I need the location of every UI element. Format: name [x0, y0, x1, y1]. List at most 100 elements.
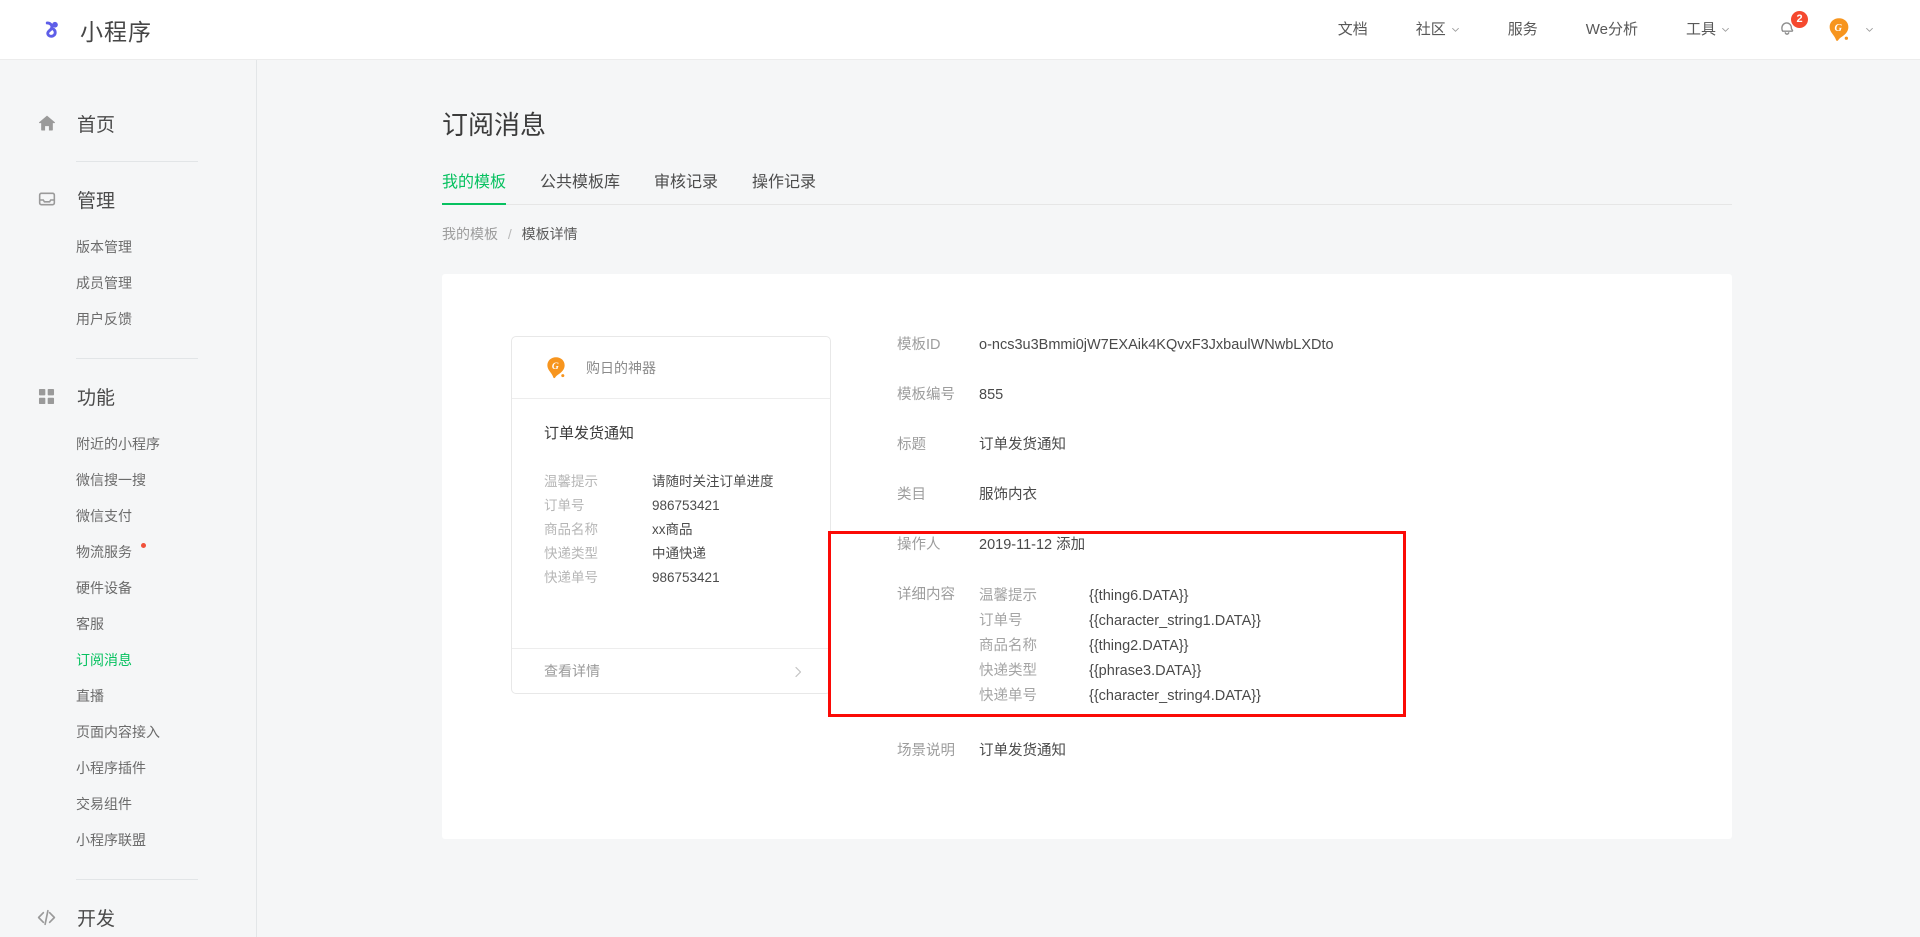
sidebar-item-label: 微信支付: [76, 508, 132, 524]
sidebar-item-member-management[interactable]: 成员管理: [0, 265, 256, 301]
topnav-item-community[interactable]: 社区: [1392, 0, 1484, 60]
detail-content-value: {{thing2.DATA}}: [1089, 638, 1189, 654]
top-navigation: 文档 社区 服务 We分析 工具 2 G: [1314, 0, 1892, 60]
sidebar-group-development[interactable]: 开发: [0, 900, 256, 934]
field-label: 操作人: [897, 537, 941, 553]
topnav-label: 文档: [1337, 20, 1368, 38]
tab-review-records[interactable]: 审核记录: [654, 168, 718, 205]
field-label: 类目: [897, 487, 926, 503]
breadcrumb-separator: /: [507, 226, 512, 242]
sidebar-item-nearby-miniprograms[interactable]: 附近的小程序: [0, 426, 256, 462]
field-label: 详细内容: [897, 587, 955, 603]
preview-body: 订单发货通知 温馨提示 请随时关注订单进度 订单号 986753421 商品名称…: [512, 399, 830, 588]
preview-row-value: 986753421: [652, 570, 720, 585]
preview-row-key: 订单号: [544, 498, 585, 513]
topnav-item-service[interactable]: 服务: [1484, 0, 1562, 60]
field-template-id: 模板ID o-ncs3u3Bmmi0jW7EXAik4KQvxF3JxbaulW…: [897, 334, 1677, 356]
tab-my-templates[interactable]: 我的模板: [442, 168, 507, 205]
sidebar-item-label: 小程序联盟: [76, 832, 146, 848]
template-fields: 模板ID o-ncs3u3Bmmi0jW7EXAik4KQvxF3JxbaulW…: [897, 334, 1677, 790]
sidebar-item-wechat-pay[interactable]: 微信支付: [0, 498, 256, 534]
sidebar-item-label: 客服: [76, 616, 104, 632]
sidebar-item-hardware-devices[interactable]: 硬件设备: [0, 570, 256, 606]
brand-title: 小程序: [80, 18, 152, 45]
brand[interactable]: 小程序: [36, 13, 152, 47]
svg-text:G: G: [1835, 23, 1843, 34]
breadcrumb-parent-link[interactable]: 我的模板: [442, 226, 498, 242]
topnav-label: 工具: [1685, 20, 1716, 38]
detail-content-key: 快递单号: [979, 688, 1037, 704]
tab-public-template-library[interactable]: 公共模板库: [540, 168, 620, 205]
sidebar-item-subscribe-message[interactable]: 订阅消息: [0, 642, 256, 678]
field-category: 类目 服饰内衣: [897, 484, 1677, 506]
detail-content-row: 订单号 {{character_string1.DATA}}: [979, 609, 1261, 634]
topnav-item-tools[interactable]: 工具: [1662, 0, 1754, 60]
sidebar-divider: [76, 358, 198, 359]
tab-operation-records[interactable]: 操作记录: [752, 168, 816, 205]
sidebar-item-wechat-search[interactable]: 微信搜一搜: [0, 462, 256, 498]
preview-row-value: xx商品: [652, 522, 693, 537]
detail-content-value: {{thing6.DATA}}: [1089, 588, 1189, 604]
preview-title: 订单发货通知: [544, 425, 635, 442]
tab-label: 审核记录: [654, 174, 719, 191]
sidebar-item-label: 订阅消息: [76, 652, 132, 668]
sidebar-item-label: 版本管理: [76, 239, 132, 255]
sidebar-group-label: 管理: [77, 190, 116, 212]
tab-label: 我的模板: [442, 174, 507, 191]
sidebar-group-label: 功能: [77, 387, 116, 409]
sidebar-item-customer-service[interactable]: 客服: [0, 606, 256, 642]
sidebar-group-label: 首页: [77, 114, 116, 136]
sidebar-item-miniprogram-plugin[interactable]: 小程序插件: [0, 750, 256, 786]
detail-content-key: 订单号: [979, 613, 1023, 629]
detail-content-row: 快递类型 {{phrase3.DATA}}: [979, 659, 1261, 684]
detail-content-key: 商品名称: [979, 638, 1037, 654]
top-header: 小程序 文档 社区 服务 We分析 工具 2 G: [0, 0, 1920, 60]
sidebar-item-miniprogram-alliance[interactable]: 小程序联盟: [0, 822, 256, 858]
sidebar-item-version-management[interactable]: 版本管理: [0, 229, 256, 265]
sidebar-item-trade-component[interactable]: 交易组件: [0, 786, 256, 822]
topnav-item-docs[interactable]: 文档: [1314, 0, 1392, 60]
sidebar-item-logistics-service[interactable]: 物流服务: [0, 534, 256, 570]
field-label: 场景说明: [897, 743, 955, 759]
field-operator: 操作人 2019-11-12 添加: [897, 534, 1677, 556]
sidebar-item-label: 硬件设备: [76, 580, 132, 596]
preview-row: 温馨提示 请随时关注订单进度: [544, 471, 798, 492]
avatar: G: [544, 356, 568, 380]
sidebar-group-manage[interactable]: 管理: [0, 182, 256, 216]
notifications-button[interactable]: 2: [1754, 0, 1820, 60]
sidebar-item-page-content-access[interactable]: 页面内容接入: [0, 714, 256, 750]
sidebar-item-label: 直播: [76, 688, 104, 704]
avatar: G: [1826, 17, 1852, 43]
preview-row-value: 中通快递: [652, 546, 706, 561]
field-value: 2019-11-12 添加: [979, 537, 1086, 553]
preview-row-key: 快递类型: [544, 546, 598, 561]
detail-content-key: 温馨提示: [979, 588, 1037, 604]
sidebar-item-live-streaming[interactable]: 直播: [0, 678, 256, 714]
inbox-icon: [36, 189, 57, 210]
detail-content-key: 快递类型: [979, 663, 1037, 679]
topnav-label: We分析: [1585, 20, 1638, 38]
sidebar-group-features[interactable]: 功能: [0, 379, 256, 413]
sidebar-item-label: 交易组件: [76, 796, 132, 812]
preview-row: 快递单号 986753421: [544, 567, 798, 588]
sidebar-group-home[interactable]: 首页: [0, 106, 256, 140]
preview-view-detail-button[interactable]: 查看详情: [512, 648, 830, 693]
detail-content-rows: 温馨提示 {{thing6.DATA}} 订单号 {{character_str…: [979, 584, 1261, 709]
home-icon: [36, 113, 57, 134]
detail-content-value: {{character_string4.DATA}}: [1089, 688, 1261, 704]
field-value: o-ncs3u3Bmmi0jW7EXAik4KQvxF3JxbaulWNwbLX…: [979, 337, 1334, 353]
preview-row: 订单号 986753421: [544, 495, 798, 516]
sidebar-item-user-feedback[interactable]: 用户反馈: [0, 301, 256, 337]
grid-icon: [36, 386, 57, 407]
account-menu[interactable]: G: [1820, 0, 1892, 60]
topnav-item-weanalytics[interactable]: We分析: [1562, 0, 1662, 60]
tab-label: 公共模板库: [540, 174, 621, 191]
topnav-label: 社区: [1415, 20, 1446, 38]
chevron-down-icon: [1865, 21, 1874, 39]
sidebar-divider: [76, 879, 198, 880]
field-scene-description: 场景说明 订单发货通知: [897, 740, 1677, 762]
field-value: 服饰内衣: [979, 487, 1037, 503]
chevron-right-icon: [792, 665, 804, 678]
